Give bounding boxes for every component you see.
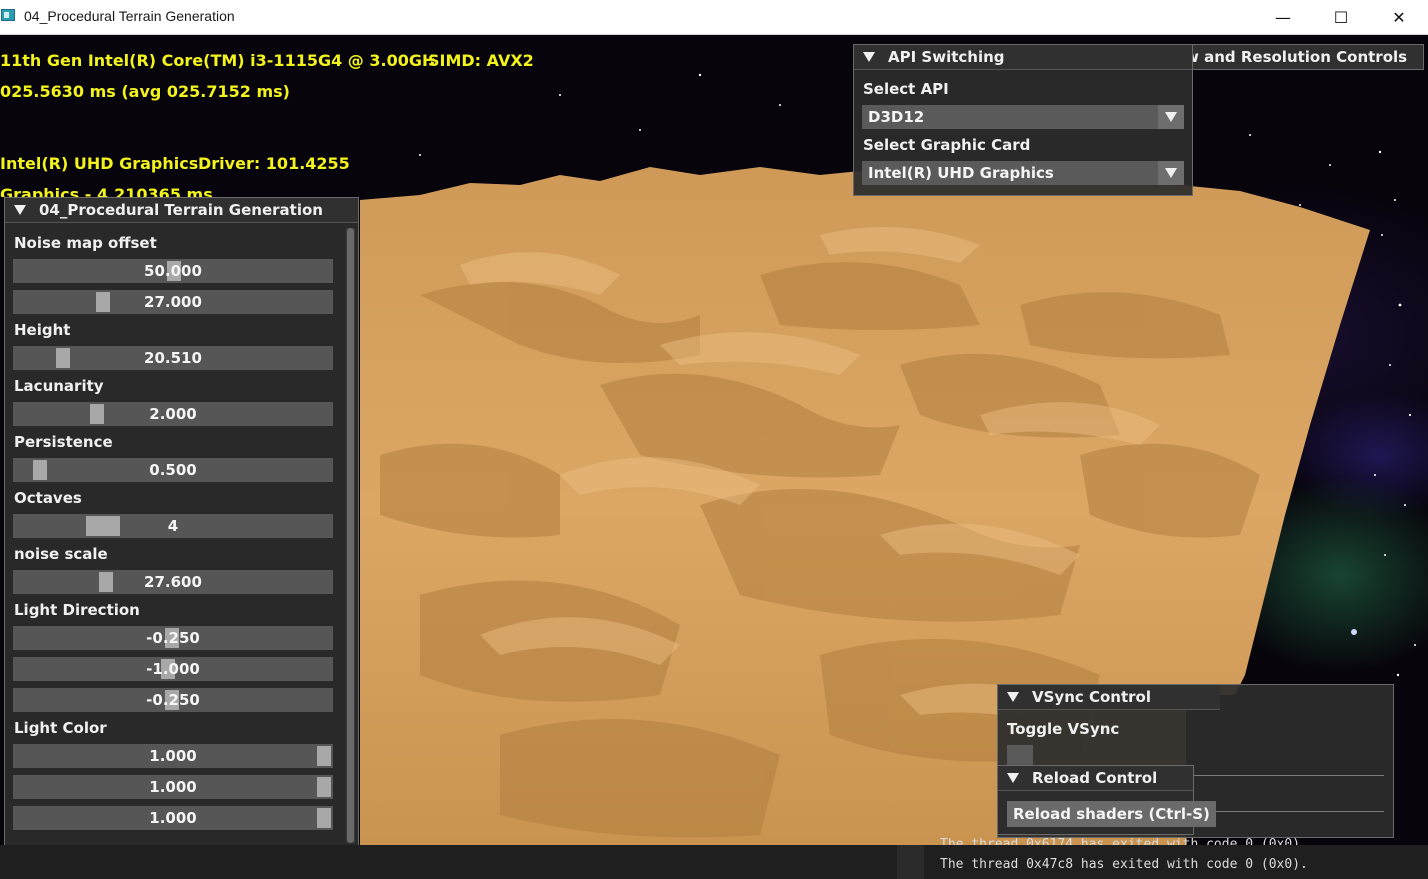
light-direction-label: Light Direction <box>14 601 140 619</box>
slider-value: 1.000 <box>149 809 197 827</box>
noise-scale-slider[interactable]: 27.600 <box>13 570 333 594</box>
collapse-triangle-icon[interactable] <box>1007 692 1019 702</box>
resolution-panel-title: w and Resolution Controls <box>1185 48 1408 66</box>
maximize-button[interactable]: ☐ <box>1312 0 1370 34</box>
frame-time: 025.5630 ms (avg 025.7152 ms) <box>0 82 290 101</box>
light-color-g-slider[interactable]: 1.000 <box>13 775 333 799</box>
slider-value: -0.250 <box>146 691 200 709</box>
noise-offset-label: Noise map offset <box>14 234 157 252</box>
api-select-value: D3D12 <box>868 108 925 126</box>
chevron-down-icon[interactable] <box>1158 161 1184 185</box>
console-line-1: The thread 0x6174 has exited with code 0… <box>940 837 1308 845</box>
select-api-label: Select API <box>863 80 949 98</box>
noise-offset-x-slider[interactable]: 50.000 <box>13 259 333 283</box>
console-gutter <box>897 845 924 879</box>
slider-value: 20.510 <box>144 349 202 367</box>
height-label: Height <box>14 321 71 339</box>
slider-value: 1.000 <box>149 747 197 765</box>
resolution-panel-header[interactable]: w and Resolution Controls <box>1161 45 1423 69</box>
terrain-panel-header[interactable]: 04_Procedural Terrain Generation <box>5 198 358 223</box>
light-dir-x-slider[interactable]: -0.250 <box>13 626 333 650</box>
slider-value: -1.000 <box>146 660 200 678</box>
octaves-slider[interactable]: 4 <box>13 514 333 538</box>
minimize-icon: — <box>1275 7 1291 27</box>
noise-scale-label: noise scale <box>14 545 108 563</box>
api-switching-panel: API Switching Select API D3D12 Select Gr… <box>853 44 1193 196</box>
persistence-label: Persistence <box>14 433 113 451</box>
collapse-triangle-icon[interactable] <box>14 205 26 215</box>
graphic-card-value: Intel(R) UHD Graphics <box>868 164 1054 182</box>
toggle-vsync-label: Toggle VSync <box>1007 720 1120 738</box>
divider <box>1188 811 1384 812</box>
reload-panel: Reload Control Reload shaders (Ctrl-S) <box>997 765 1216 835</box>
api-panel-title: API Switching <box>888 48 1005 66</box>
terrain-panel-title: 04_Procedural Terrain Generation <box>39 201 323 219</box>
reload-panel-title: Reload Control <box>1032 769 1158 787</box>
console-text: The thread 0x6174 has exited with code 0… <box>940 837 1308 845</box>
slider-value: 2.000 <box>149 405 197 423</box>
light-color-b-slider[interactable]: 1.000 <box>13 806 333 830</box>
window-title: 04_Procedural Terrain Generation <box>24 8 235 24</box>
light-dir-z-slider[interactable]: -0.250 <box>13 688 333 712</box>
graphic-card-select[interactable]: Intel(R) UHD Graphics <box>862 161 1184 185</box>
vsync-checkbox[interactable] <box>1007 745 1033 765</box>
slider-value: 0.500 <box>149 461 197 479</box>
slider-value: 4 <box>167 517 179 535</box>
reload-shaders-button[interactable]: Reload shaders (Ctrl-S) <box>1007 801 1216 827</box>
close-icon: ✕ <box>1392 7 1406 27</box>
light-color-label: Light Color <box>14 719 107 737</box>
lacunarity-label: Lacunarity <box>14 377 104 395</box>
collapse-triangle-icon[interactable] <box>863 52 875 62</box>
reload-panel-header[interactable]: Reload Control <box>998 766 1193 791</box>
title-bar: 04_Procedural Terrain Generation — ☐ ✕ <box>0 0 1428 35</box>
driver-info: Driver: 101.4255 <box>198 154 350 173</box>
height-slider[interactable]: 20.510 <box>13 346 333 370</box>
light-dir-y-slider[interactable]: -1.000 <box>13 657 333 681</box>
vsync-panel-header[interactable]: VSync Control <box>998 685 1220 710</box>
collapse-triangle-icon[interactable] <box>1007 773 1019 783</box>
terrain-panel: 04_Procedural Terrain Generation Noise m… <box>4 197 359 845</box>
noise-offset-y-slider[interactable]: 27.000 <box>13 290 333 314</box>
slider-value: 27.600 <box>144 573 202 591</box>
console-line-2: The thread 0x47c8 has exited with code 0… <box>940 857 1308 872</box>
slider-value: 1.000 <box>149 778 197 796</box>
light-color-r-slider[interactable]: 1.000 <box>13 744 333 768</box>
api-panel-header[interactable]: API Switching <box>854 45 1192 70</box>
slider-value: -0.250 <box>146 629 200 647</box>
lacunarity-slider[interactable]: 2.000 <box>13 402 333 426</box>
select-card-label: Select Graphic Card <box>863 136 1031 154</box>
octaves-label: Octaves <box>14 489 82 507</box>
minimize-button[interactable]: — <box>1254 0 1312 34</box>
scrollbar-thumb[interactable] <box>347 228 354 843</box>
app-icon <box>1 9 15 21</box>
simd-info: SIMD: AVX2 <box>428 51 534 70</box>
chevron-down-icon[interactable] <box>1158 105 1184 129</box>
resolution-panel: w and Resolution Controls <box>1160 44 1424 70</box>
api-select[interactable]: D3D12 <box>862 105 1184 129</box>
maximize-icon: ☐ <box>1333 7 1349 27</box>
gpu-info: Intel(R) UHD Graphics <box>0 154 199 173</box>
vsync-panel-title: VSync Control <box>1032 688 1151 706</box>
close-button[interactable]: ✕ <box>1370 0 1428 34</box>
slider-value: 27.000 <box>144 293 202 311</box>
divider <box>1188 775 1384 776</box>
cpu-info: 11th Gen Intel(R) Core(TM) i3-1115G4 @ 3… <box>0 51 436 70</box>
persistence-slider[interactable]: 0.500 <box>13 458 333 482</box>
panel-scrollbar[interactable] <box>346 228 355 843</box>
graphics-time: Graphics - 4.210365 ms <box>0 185 213 197</box>
slider-value: 50.000 <box>144 262 202 280</box>
